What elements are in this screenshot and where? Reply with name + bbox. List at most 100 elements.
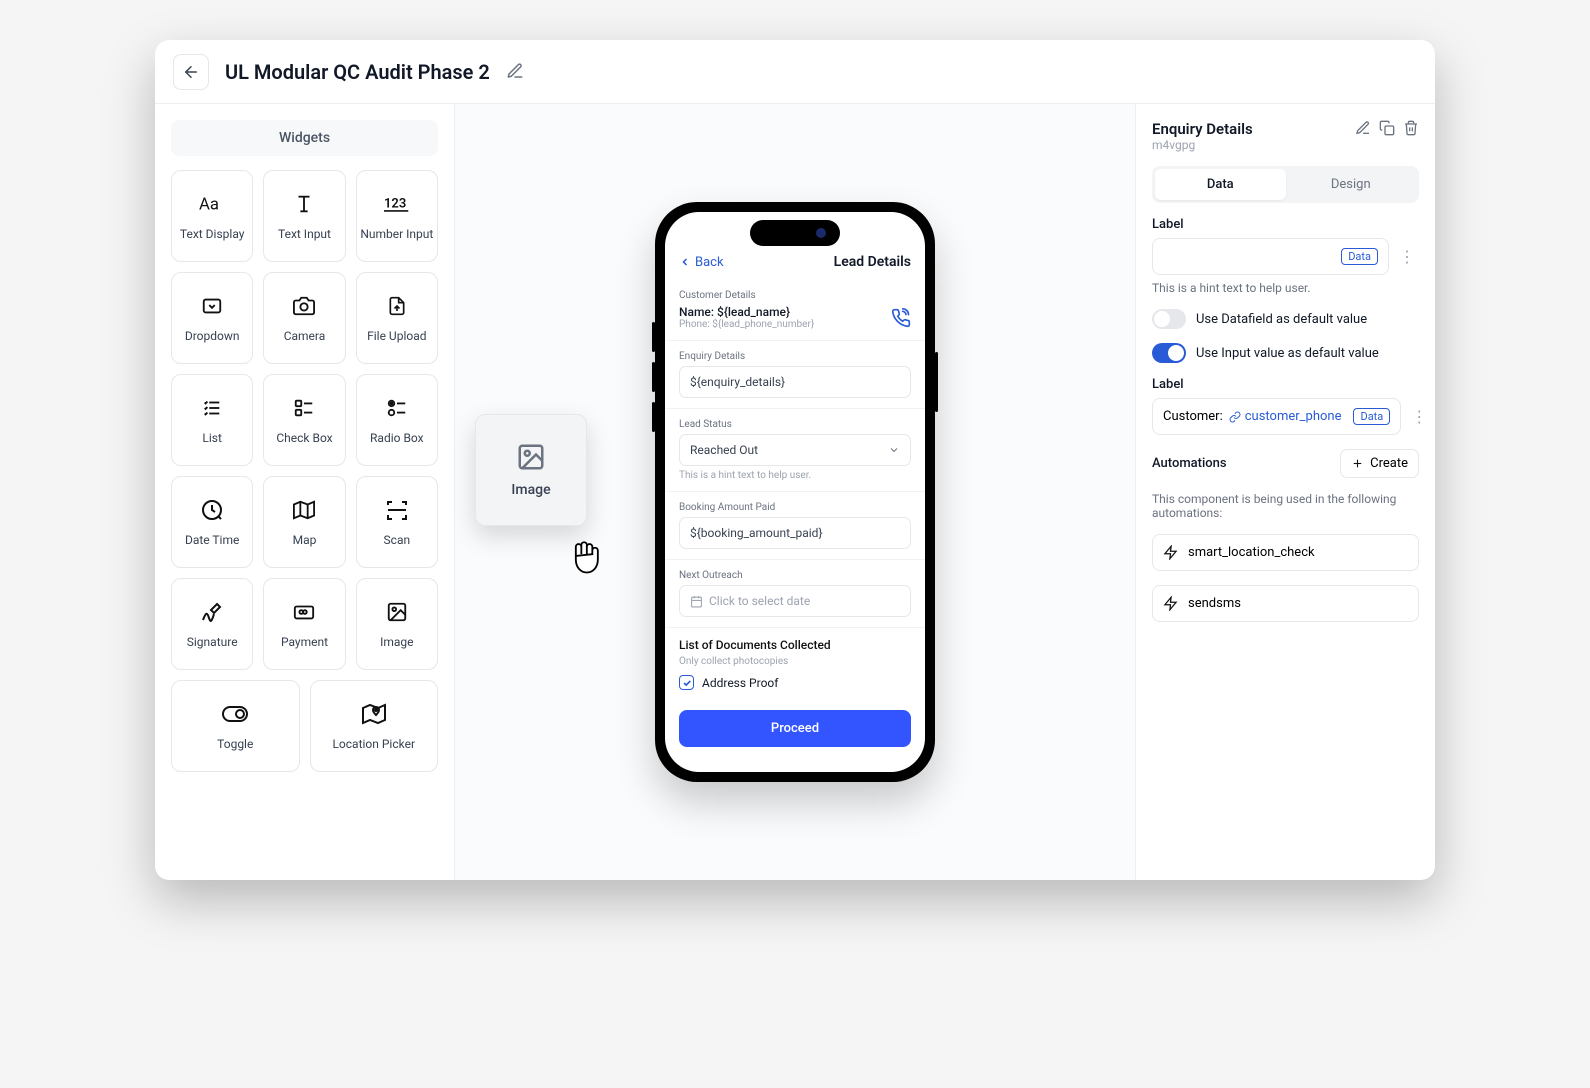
pencil-icon xyxy=(1355,120,1371,136)
lead-status-select[interactable]: Reached Out xyxy=(679,434,911,466)
toggle-input-default[interactable]: Use Input value as default value xyxy=(1152,343,1419,363)
proceed-button[interactable]: Proceed xyxy=(679,710,911,747)
call-icon[interactable] xyxy=(891,308,911,328)
image-icon xyxy=(385,601,409,623)
props-title: Enquiry Details xyxy=(1152,120,1253,138)
widget-radio[interactable]: Radio Box xyxy=(356,374,438,466)
section-outreach: Next Outreach Click to select date xyxy=(665,560,925,628)
toggle-switch[interactable] xyxy=(1152,309,1186,329)
automation-item[interactable]: smart_location_check xyxy=(1152,534,1419,571)
toggle-switch[interactable] xyxy=(1152,343,1186,363)
main: Widgets Aa Text Display Text Input 123 N… xyxy=(155,104,1435,880)
drag-ghost-image-widget: Image xyxy=(475,414,587,526)
label-input[interactable]: Data xyxy=(1152,238,1389,275)
widget-datetime[interactable]: Date Time xyxy=(171,476,253,568)
toggle-datafield-default[interactable]: Use Datafield as default value xyxy=(1152,309,1419,329)
widget-text-display[interactable]: Aa Text Display xyxy=(171,170,253,262)
nav-back-button[interactable]: Back xyxy=(679,255,724,270)
edit-title-button[interactable] xyxy=(506,62,526,82)
plus-icon xyxy=(1351,457,1364,470)
trash-icon xyxy=(1403,120,1419,136)
widget-list[interactable]: List xyxy=(171,374,253,466)
section-customer: Customer Details Name: ${lead_name} Phon… xyxy=(665,280,925,341)
widget-location-picker[interactable]: Location Picker xyxy=(310,680,439,772)
clock-icon xyxy=(200,498,224,522)
calendar-icon xyxy=(690,595,703,608)
canvas[interactable]: Image Back Lead Details xyxy=(455,104,1135,880)
copy-icon xyxy=(1379,120,1395,136)
svg-text:123: 123 xyxy=(384,196,406,211)
phone-screen-title: Lead Details xyxy=(834,254,911,270)
svg-text:Aa: Aa xyxy=(199,195,219,214)
widget-payment[interactable]: Payment xyxy=(263,578,345,670)
edit-component-button[interactable] xyxy=(1355,120,1371,136)
widget-map[interactable]: Map xyxy=(263,476,345,568)
signature-icon xyxy=(200,600,224,624)
props-id: m4vgpg xyxy=(1152,138,1253,152)
widgets-sidebar: Widgets Aa Text Display Text Input 123 N… xyxy=(155,104,455,880)
toggle-icon xyxy=(222,706,248,722)
widget-signature[interactable]: Signature xyxy=(171,578,253,670)
widget-scan[interactable]: Scan xyxy=(356,476,438,568)
chevron-left-icon xyxy=(679,256,691,268)
outreach-date-input[interactable]: Click to select date xyxy=(679,585,911,617)
text-input-icon xyxy=(293,193,315,215)
arrow-left-icon xyxy=(182,63,200,81)
tab-data[interactable]: Data xyxy=(1155,169,1286,200)
file-upload-icon xyxy=(387,294,407,318)
props-panel: Enquiry Details m4vgpg Data Design Label… xyxy=(1135,104,1435,880)
create-automation-button[interactable]: Create xyxy=(1340,449,1419,478)
scan-icon xyxy=(385,498,409,522)
widget-image[interactable]: Image xyxy=(356,578,438,670)
section-docs: List of Documents Collected Only collect… xyxy=(665,628,925,700)
location-picker-icon xyxy=(361,702,387,726)
list-icon xyxy=(200,397,224,419)
phone-notch xyxy=(750,220,840,246)
data-badge: Data xyxy=(1341,248,1378,265)
bolt-icon xyxy=(1163,545,1178,560)
number-input-icon: 123 xyxy=(384,194,410,214)
bolt-icon xyxy=(1163,596,1178,611)
widgets-grid: Aa Text Display Text Input 123 Number In… xyxy=(171,170,438,670)
widgets-header: Widgets xyxy=(171,120,438,156)
section-enquiry: Enquiry Details ${enquiry_details} xyxy=(665,341,925,409)
widget-file-upload[interactable]: File Upload xyxy=(356,272,438,364)
topbar: UL Modular QC Audit Phase 2 xyxy=(155,40,1435,104)
label2-more-button[interactable]: ⋮ xyxy=(1407,407,1431,426)
link-icon xyxy=(1229,411,1241,423)
dropdown-icon xyxy=(201,295,223,317)
camera-icon xyxy=(292,295,316,317)
widget-dropdown[interactable]: Dropdown xyxy=(171,272,253,364)
duplicate-component-button[interactable] xyxy=(1379,120,1395,136)
back-button[interactable] xyxy=(173,54,209,90)
datafield-tag-customer-phone[interactable]: customer_phone xyxy=(1229,409,1342,424)
label-more-button[interactable]: ⋮ xyxy=(1395,247,1419,266)
widget-number-input[interactable]: 123 Number Input xyxy=(356,170,438,262)
props-tabs: Data Design xyxy=(1152,166,1419,203)
payment-icon xyxy=(291,601,317,623)
doc-address-proof-checkbox[interactable]: Address Proof xyxy=(679,675,911,690)
delete-component-button[interactable] xyxy=(1403,120,1419,136)
image-icon xyxy=(514,442,548,472)
widget-checkbox[interactable]: Check Box xyxy=(263,374,345,466)
grab-cursor-icon xyxy=(563,534,607,578)
widget-toggle[interactable]: Toggle xyxy=(171,680,300,772)
checkbox-icon xyxy=(292,397,316,419)
section-booking: Booking Amount Paid ${booking_amount_pai… xyxy=(665,492,925,560)
enquiry-input[interactable]: ${enquiry_details} xyxy=(679,366,911,398)
radio-icon xyxy=(385,397,409,419)
text-display-icon: Aa xyxy=(199,194,225,214)
section-lead-status: Lead Status Reached Out This is a hint t… xyxy=(665,409,925,492)
tab-design[interactable]: Design xyxy=(1286,169,1417,200)
check-icon xyxy=(682,678,692,688)
map-icon xyxy=(292,499,316,521)
page-title: UL Modular QC Audit Phase 2 xyxy=(225,60,490,84)
pencil-icon xyxy=(506,62,524,80)
label-customer-input[interactable]: Customer: customer_phone Data xyxy=(1152,398,1401,435)
phone-screen: Back Lead Details Customer Details Name:… xyxy=(665,212,925,772)
app-window: UL Modular QC Audit Phase 2 Widgets Aa T… xyxy=(155,40,1435,880)
widget-camera[interactable]: Camera xyxy=(263,272,345,364)
widget-text-input[interactable]: Text Input xyxy=(263,170,345,262)
automation-item[interactable]: sendsms xyxy=(1152,585,1419,622)
booking-input[interactable]: ${booking_amount_paid} xyxy=(679,517,911,549)
